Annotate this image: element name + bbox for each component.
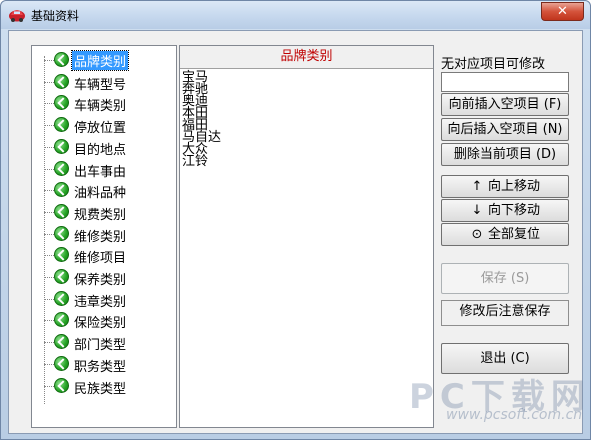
tree-item-label: 维修项目 xyxy=(74,251,127,267)
tree-item[interactable]: 规费类别 xyxy=(32,201,176,223)
tree-item[interactable]: 出车事由 xyxy=(32,158,176,180)
green-arrow-icon xyxy=(54,203,69,219)
list-item[interactable]: 大众 xyxy=(182,143,431,156)
green-arrow-icon xyxy=(54,138,69,154)
arrow-up-icon: ↑ xyxy=(471,179,483,194)
green-arrow-icon xyxy=(54,160,69,176)
reset-icon: ⊙ xyxy=(471,227,483,242)
edit-field[interactable] xyxy=(441,72,569,92)
green-arrow-icon xyxy=(54,312,69,328)
move-up-button[interactable]: ↑ 向上移动 xyxy=(441,175,569,198)
app-car-icon xyxy=(9,10,25,22)
list-item[interactable]: 奔驰 xyxy=(182,83,431,96)
tree-item-label: 部门类型 xyxy=(74,338,127,354)
tree-item-label: 车辆类别 xyxy=(74,99,127,115)
list-body[interactable]: 宝马 奔驰 奥迪 本田 福田 马自达 大众 江铃 xyxy=(182,71,431,168)
edit-hint-label: 无对应项目可修改 xyxy=(441,57,546,72)
move-up-label: 向上移动 xyxy=(487,179,540,194)
watermark-url: www.pcsoft.com.cn xyxy=(446,407,583,423)
tree-item[interactable]: 品牌类别 xyxy=(32,49,176,71)
entry-list[interactable]: 品牌类别 宝马 奔驰 奥迪 本田 福田 马自达 大众 江铃 xyxy=(179,45,434,428)
tree-item[interactable]: 车辆类别 xyxy=(32,92,176,114)
tree-item-label: 职务类型 xyxy=(74,359,127,375)
green-arrow-icon xyxy=(54,182,69,198)
close-button[interactable]: ✕ xyxy=(541,2,584,21)
tree-item-label: 停放位置 xyxy=(74,121,127,137)
green-arrow-icon xyxy=(54,117,69,133)
tree-item[interactable]: 目的地点 xyxy=(32,136,176,158)
tree-item[interactable]: 维修类别 xyxy=(32,223,176,245)
green-arrow-icon xyxy=(54,334,69,350)
tree-item-label: 油料品种 xyxy=(74,186,127,202)
tree-item-label: 维修类别 xyxy=(74,229,127,245)
move-down-button[interactable]: ↓ 向下移动 xyxy=(441,199,569,222)
green-arrow-icon xyxy=(54,377,69,393)
insert-before-button[interactable]: 向前插入空项目 (F) xyxy=(441,93,569,116)
tree-item[interactable]: 民族类型 xyxy=(32,375,176,397)
reset-all-button[interactable]: ⊙ 全部复位 xyxy=(441,223,569,246)
title-bar[interactable]: 基础资料 ✕ xyxy=(1,1,590,29)
tree-item-label: 车辆型号 xyxy=(74,77,127,93)
close-icon: ✕ xyxy=(557,4,568,19)
window-title: 基础资料 xyxy=(31,9,80,23)
tree-item[interactable]: 停放位置 xyxy=(32,114,176,136)
move-down-label: 向下移动 xyxy=(487,203,540,218)
list-item[interactable]: 江铃 xyxy=(182,155,431,168)
green-arrow-icon xyxy=(54,95,69,111)
tree-item[interactable]: 保养类别 xyxy=(32,266,176,288)
save-button[interactable]: 保存 (S) xyxy=(441,263,569,294)
app-window: 基础资料 ✕ 品牌类别车辆型号车辆类别停放位置目的地点出车事由油料品种规费类别维… xyxy=(0,0,591,440)
tree-item-label: 保养类别 xyxy=(74,273,127,288)
reset-all-label: 全部复位 xyxy=(487,227,540,242)
green-arrow-icon xyxy=(54,52,69,67)
tree-item[interactable]: 部门类型 xyxy=(32,331,176,353)
category-tree[interactable]: 品牌类别车辆型号车辆类别停放位置目的地点出车事由油料品种规费类别维修类别维修项目… xyxy=(31,45,177,428)
tree-item-label: 保险类别 xyxy=(74,316,127,332)
tree-item[interactable]: 保险类别 xyxy=(32,309,176,331)
tree-item-label: 品牌类别 xyxy=(70,50,130,71)
list-item[interactable]: 本田 xyxy=(182,107,431,120)
arrow-down-icon: ↓ xyxy=(471,203,483,218)
list-item[interactable]: 宝马 xyxy=(182,71,431,84)
list-header: 品牌类别 xyxy=(180,46,433,69)
tree-item-label: 违章类别 xyxy=(74,294,127,310)
green-arrow-icon xyxy=(54,247,69,263)
green-arrow-icon xyxy=(54,269,69,284)
tree-item-label: 民族类型 xyxy=(74,381,127,397)
list-item[interactable]: 奥迪 xyxy=(182,95,431,108)
tree-item[interactable]: 车辆型号 xyxy=(32,71,176,93)
save-hint-status: 修改后注意保存 xyxy=(441,300,569,326)
tree-item[interactable]: 违章类别 xyxy=(32,288,176,310)
list-item[interactable]: 马自达 xyxy=(182,131,431,144)
green-arrow-icon xyxy=(54,290,69,306)
green-arrow-icon xyxy=(54,73,69,89)
tree-item[interactable]: 职务类型 xyxy=(32,353,176,375)
tree-item-label: 规费类别 xyxy=(74,207,127,223)
tree-item[interactable]: 油料品种 xyxy=(32,179,176,201)
insert-after-button[interactable]: 向后插入空项目 (N) xyxy=(441,118,569,141)
tree-item-label: 出车事由 xyxy=(74,164,127,180)
tree-item[interactable]: 维修项目 xyxy=(32,244,176,266)
green-arrow-icon xyxy=(54,355,69,371)
green-arrow-icon xyxy=(54,225,69,241)
tree-item-label: 目的地点 xyxy=(74,142,127,158)
delete-item-button[interactable]: 删除当前项目 (D) xyxy=(441,143,569,166)
